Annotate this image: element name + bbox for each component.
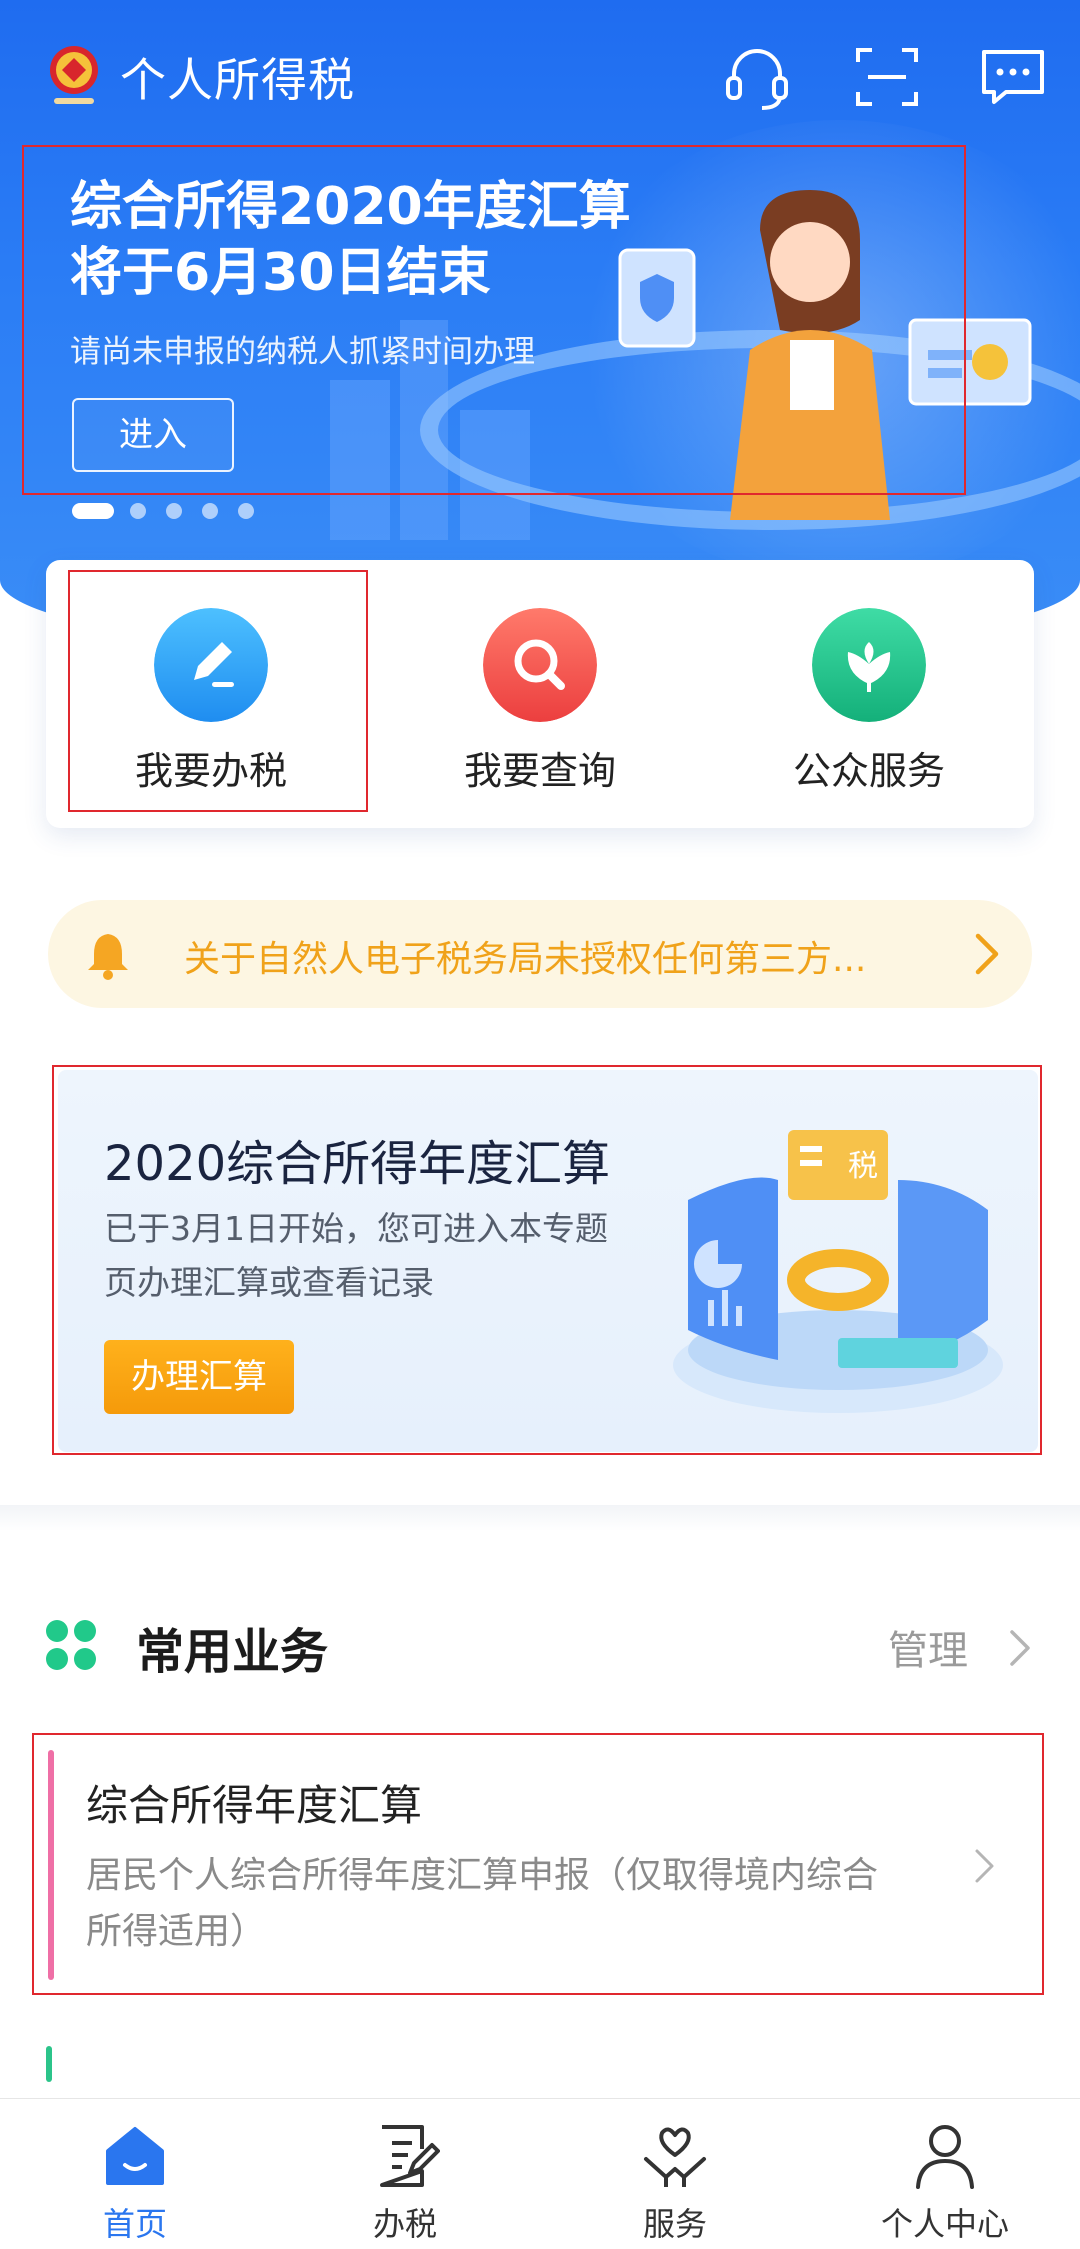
service-item-title: 综合所得年度汇算 [86,1781,423,1830]
city-building [330,380,390,540]
tab-label: 个人中心 [880,2205,1009,2243]
tab-tax[interactable]: 办税 [270,2099,540,2249]
app-screen: 个人所得税 综合所得2020年度汇算 将于6月30日结束 请尚未申报的纳税人抓紧… [0,0,1080,2249]
pagination-dot[interactable] [202,503,218,519]
service-item-description-line1: 居民个人综合所得年度汇算申报（仅取得境内综合 [86,1855,879,1896]
chevron-right-icon [975,933,999,975]
headset-icon[interactable] [720,40,794,114]
banner-line2: 将于6月30日结束 [70,243,491,303]
scan-icon[interactable] [850,40,924,114]
home-icon [106,2127,164,2185]
search-icon [483,608,597,722]
manage-link[interactable]: 管理 [888,1618,968,1676]
promo-illustration: 税 [673,1130,1003,1413]
person-icon [916,2125,974,2189]
quick-action-label: 公众服务 [792,749,945,793]
promo-art-label: 税 [848,1149,878,1184]
banner-enter-button[interactable]: 进入 [72,398,234,472]
flower-icon [812,608,926,722]
service-item-description-line2: 所得适用） [86,1911,267,1952]
common-services-title: 常用业务 [136,1624,329,1680]
quick-action-tax-filing[interactable]: 我要办税 [46,560,376,828]
document-edit-icon [380,2125,440,2187]
next-service-item-accent [46,2046,52,2082]
top-bar: 个人所得税 [0,0,1080,150]
service-item-accent [48,1750,54,1980]
tab-label: 办税 [372,2205,437,2243]
edit-icon [154,608,268,722]
tab-personal-center[interactable]: 个人中心 [810,2099,1080,2249]
tab-home[interactable]: 首页 [0,2099,270,2249]
app-title: 个人所得税 [120,53,355,107]
pagination-dot[interactable] [130,503,146,519]
promo-title: 2020综合所得年度汇算 [104,1136,611,1192]
grid-icon [46,1620,96,1670]
chevron-right-icon[interactable] [1006,1626,1034,1670]
notice-bar[interactable]: 关于自然人电子税务局未授权任何第三方... [48,900,1032,1008]
chevron-right-icon [975,1849,994,1883]
banner-line1: 综合所得2020年度汇算 [70,177,631,237]
banner-heading: 综合所得2020年度汇算 将于6月30日结束 [70,174,631,306]
annual-settlement-promo-card[interactable]: 2020综合所得年度汇算 已于3月1日开始，您可进入本专题 页办理汇算或查看记录… [58,1070,1038,1452]
banner-illustration [618,190,1032,520]
pagination-dot[interactable] [166,503,182,519]
section-divider [0,1505,1080,1531]
quick-action-query[interactable]: 我要查询 [375,560,705,828]
tab-label: 首页 [102,2205,167,2243]
tab-services[interactable]: 服务 [540,2099,810,2249]
bottom-tab-bar: 首页 办税 服务 个人中心 [0,2098,1080,2249]
pagination-dot-active[interactable] [72,503,114,519]
promo-description-line2: 页办理汇算或查看记录 [104,1263,434,1302]
national-emblem-icon [50,46,98,104]
service-item-annual-settlement[interactable]: 综合所得年度汇算 居民个人综合所得年度汇算申报（仅取得境内综合 所得适用） [36,1736,1044,1994]
message-icon[interactable] [976,40,1050,114]
process-settlement-button[interactable]: 办理汇算 [104,1340,294,1414]
quick-action-label: 我要办税 [134,749,287,793]
heart-hand-icon [644,2127,706,2187]
pagination-dot[interactable] [238,503,254,519]
quick-action-public-service[interactable]: 公众服务 [704,560,1034,828]
bell-icon [88,934,128,980]
quick-actions-card: 我要办税 我要查询 公众服务 [46,560,1034,828]
promo-description-line1: 已于3月1日开始，您可进入本专题 [104,1209,608,1248]
quick-action-label: 我要查询 [463,749,616,793]
banner-subtitle: 请尚未申报的纳税人抓紧时间办理 [70,334,535,370]
tab-label: 服务 [642,2205,707,2243]
notice-text: 关于自然人电子税务局未授权任何第三方... [184,939,867,980]
